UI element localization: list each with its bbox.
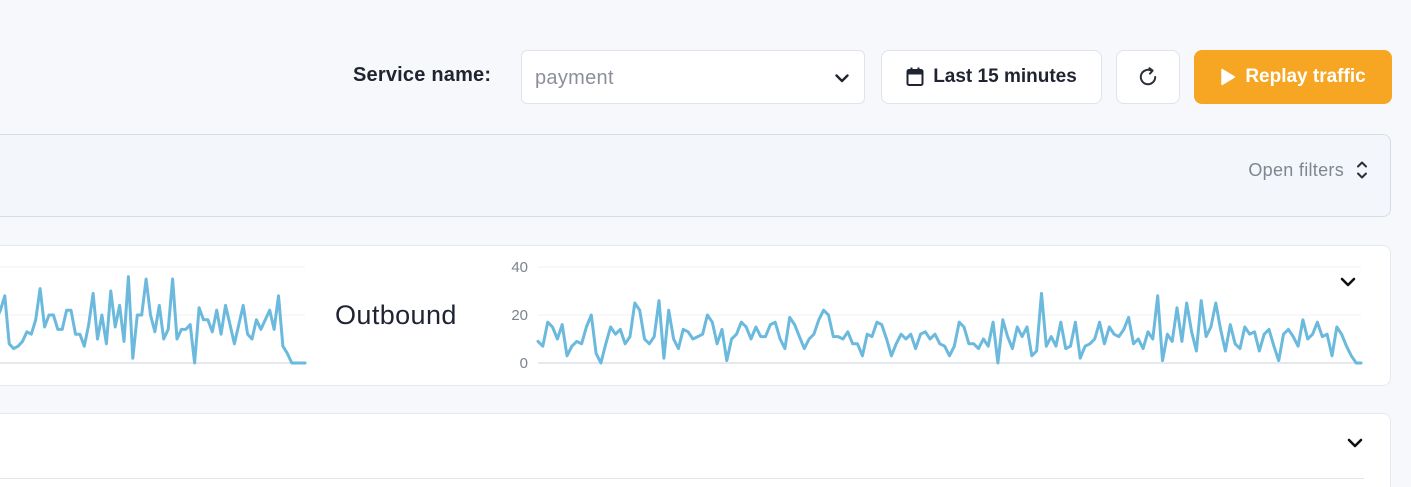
series-line [0,275,307,365]
time-range-label: Last 15 minutes [933,66,1077,87]
chevron-down-icon[interactable] [1339,273,1357,291]
divider [0,478,1364,479]
play-icon [1221,68,1236,86]
refresh-button[interactable] [1116,50,1180,104]
service-name-select[interactable]: payment [521,50,865,104]
y-tick-label: 20 [511,307,528,324]
inbound-traffic-chart [0,266,307,365]
replay-traffic-button[interactable]: Replay traffic [1194,50,1392,104]
outbound-traffic-chart: 0 20 40 [511,259,1363,372]
outbound-label: Outbound [335,300,457,330]
series-line [536,291,1363,365]
collapsed-section-card [0,413,1391,487]
y-tick-label: 40 [511,259,528,276]
service-name-value: payment [535,67,614,89]
calendar-icon [906,67,924,86]
chevron-down-icon [835,74,849,83]
page: Service name: payment Last 15 minutes Re… [0,0,1411,487]
open-filters-label: Open filters [1248,159,1344,180]
filter-bar: Open filters [0,134,1391,217]
service-name-label: Service name: [353,64,492,86]
chevron-down-icon[interactable] [1346,434,1364,452]
replay-traffic-label: Replay traffic [1245,66,1366,87]
refresh-icon [1139,67,1157,86]
open-filters-toggle[interactable]: Open filters [1248,159,1368,181]
y-tick-label: 0 [520,355,528,372]
time-range-button[interactable]: Last 15 minutes [881,50,1102,104]
chevron-up-down-icon [1357,161,1367,179]
